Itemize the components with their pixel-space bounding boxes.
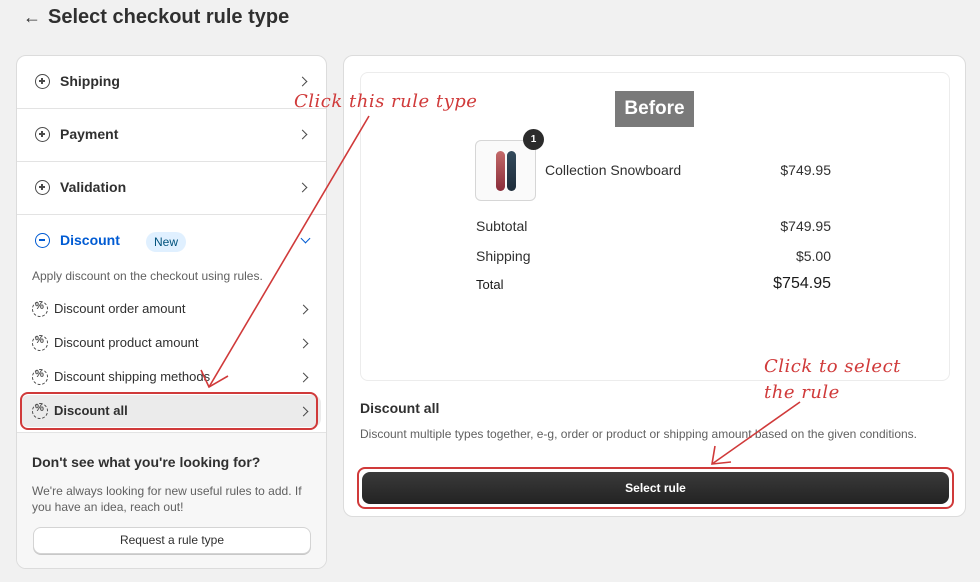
discount-product-amount-item[interactable]: Discount product amount [21,327,321,359]
chevron-right-icon [297,129,308,140]
chevron-right-icon [298,372,309,383]
product-name: Collection Snowboard [545,162,682,178]
arrow-left-icon[interactable]: ← [20,5,44,29]
discount-all-item[interactable]: Discount all [21,395,321,427]
discount-order-amount-item[interactable]: Discount order amount [21,293,321,325]
rule-type-list: Shipping Payment Validation Discount New… [16,55,327,569]
selected-rule-description: Discount multiple types together, e-g, o… [360,427,917,441]
annotation-click-select-line2: the rule [764,382,840,403]
chevron-down-icon [300,233,311,244]
discount-icon [32,335,48,351]
sub-item-label: Discount order amount [54,301,186,316]
snowboard-image [496,151,505,191]
request-rule-type-button[interactable]: Request a rule type [33,527,311,554]
page-title: Select checkout rule type [48,6,290,28]
sub-item-label: Discount product amount [54,335,199,350]
plus-circle-icon [35,127,50,142]
rule-type-label: Discount [60,232,120,248]
plus-circle-icon [35,180,50,195]
shipping-label: Shipping [476,248,531,264]
snowboard-image [507,151,516,191]
rule-preview-panel: Before 1 Collection Snowboard $749.95 Su… [343,55,966,517]
page-header: ← Select checkout rule type [0,0,980,40]
sub-item-label: Discount all [54,403,128,418]
rule-type-shipping[interactable]: Shipping [17,56,326,109]
help-title: Don't see what you're looking for? [32,454,261,470]
selected-rule-name: Discount all [360,400,440,416]
rule-type-label: Payment [60,126,119,142]
minus-circle-icon [35,233,50,248]
help-text: We're always looking for new useful rule… [32,484,302,514]
annotation-click-select-line1: Click to select [764,356,901,377]
discount-icon [32,301,48,317]
discount-shipping-methods-item[interactable]: Discount shipping methods [21,361,321,393]
plus-circle-icon [35,74,50,89]
quantity-badge: 1 [523,129,544,150]
chevron-right-icon [297,182,308,193]
subtotal-label: Subtotal [476,218,528,234]
chevron-right-icon [298,304,309,315]
chevron-right-icon [298,406,309,417]
rule-type-payment[interactable]: Payment [17,109,326,162]
product-thumbnail [475,140,536,201]
select-rule-highlight: Select rule [357,467,954,509]
select-rule-button[interactable]: Select rule [362,472,949,504]
checkout-preview: Before 1 Collection Snowboard $749.95 Su… [360,72,950,381]
discount-icon [32,403,48,419]
sub-item-label: Discount shipping methods [54,369,211,384]
subtotal-value: $749.95 [780,218,831,234]
total-value: $754.95 [773,275,831,292]
discount-icon [32,369,48,385]
rule-type-label: Validation [60,179,127,195]
product-price: $749.95 [780,162,831,178]
shipping-value: $5.00 [795,248,831,264]
new-badge: New [146,232,187,252]
annotation-click-rule-type: Click this rule type [294,91,478,112]
chevron-right-icon [297,76,308,87]
rule-type-label: Shipping [60,73,120,89]
help-section: Don't see what you're looking for? We're… [17,432,326,568]
before-tag: Before [615,91,694,127]
chevron-right-icon [298,338,309,349]
rule-type-validation[interactable]: Validation [17,162,326,215]
discount-description: Apply discount on the checkout using rul… [32,269,263,283]
total-label: Total [476,277,504,292]
